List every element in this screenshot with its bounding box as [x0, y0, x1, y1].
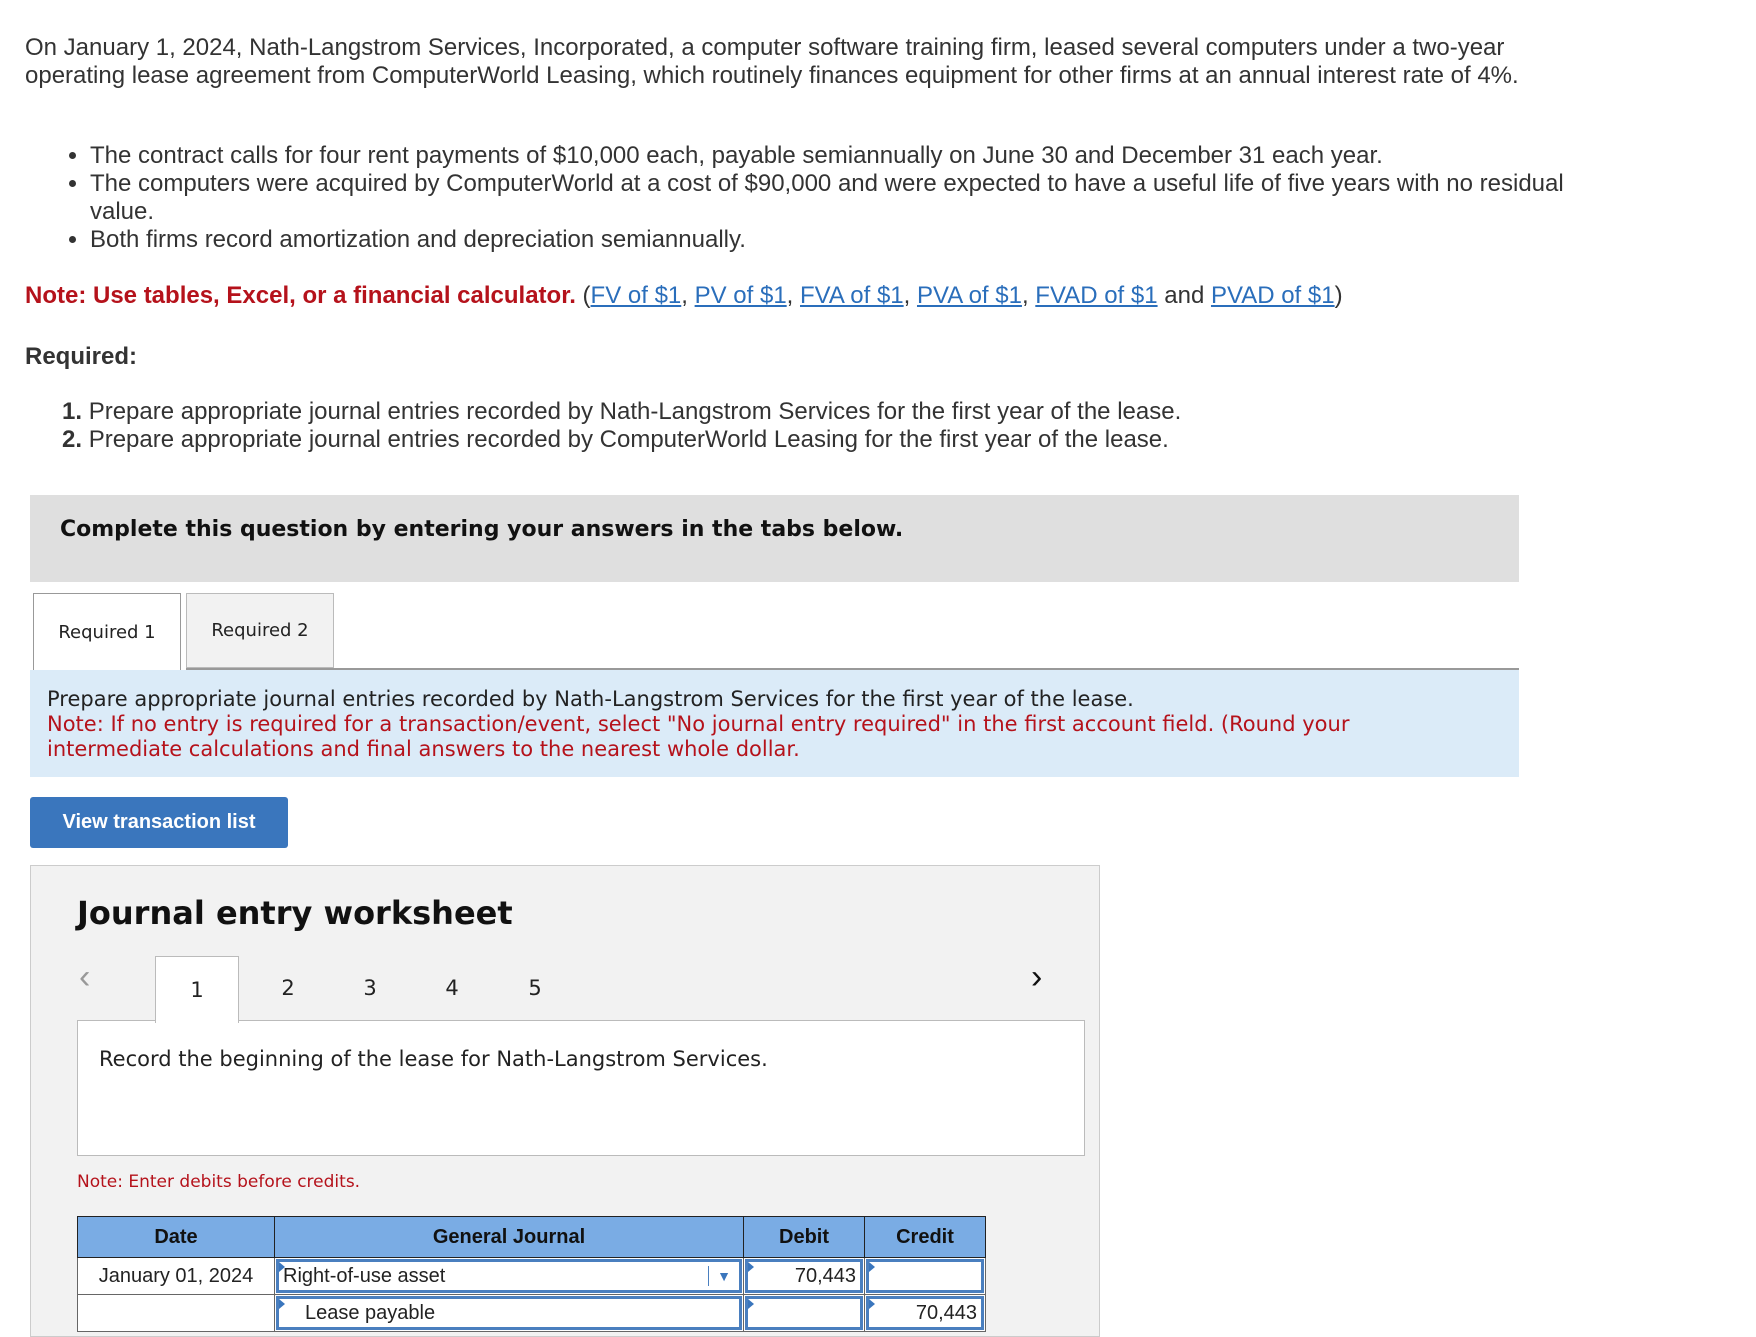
- table-header-row: Date General Journal Debit Credit: [77, 1216, 986, 1258]
- link-pva[interactable]: PVA of $1: [917, 282, 1022, 309]
- header-date: Date: [77, 1216, 275, 1258]
- instruction-text: Prepare appropriate journal entries reco…: [47, 687, 1134, 711]
- calculator-note: Note: Use tables, Excel, or a financial …: [25, 282, 1343, 309]
- cell-marker-icon: [748, 1262, 754, 1272]
- credit-input[interactable]: 70,443: [866, 1296, 984, 1330]
- tab-required-2[interactable]: Required 2: [186, 593, 334, 668]
- account-value: Right-of-use asset: [283, 1264, 446, 1287]
- debit-input[interactable]: 70,443: [745, 1259, 863, 1293]
- required-title: Required:: [25, 343, 138, 370]
- credit-input[interactable]: [866, 1259, 984, 1293]
- cell-marker-icon: [279, 1299, 285, 1309]
- credit-value: 70,443: [915, 1301, 977, 1324]
- tab-instructions: Prepare appropriate journal entries reco…: [30, 670, 1519, 777]
- step-tab-4[interactable]: 4: [411, 956, 493, 1020]
- date-cell: January 01, 2024: [77, 1257, 275, 1295]
- bullet-item: The computers were acquired by ComputerW…: [90, 170, 1570, 226]
- instruction-banner: Complete this question by entering your …: [30, 495, 1519, 582]
- worksheet-title: Journal entry worksheet: [77, 894, 513, 932]
- banner-text: Complete this question by entering your …: [60, 517, 904, 542]
- credit-cell: [864, 1257, 986, 1295]
- header-general-journal: General Journal: [274, 1216, 744, 1258]
- cell-marker-icon: [748, 1299, 754, 1309]
- link-pv[interactable]: PV of $1: [695, 282, 787, 309]
- step-tab-2[interactable]: 2: [247, 956, 329, 1020]
- chevron-right-icon[interactable]: ›: [1031, 958, 1042, 997]
- required-item: 2. Prepare appropriate journal entries r…: [62, 426, 1169, 453]
- cell-marker-icon: [869, 1262, 875, 1272]
- link-fva[interactable]: FVA of $1: [800, 282, 904, 309]
- debit-cell: [743, 1294, 865, 1332]
- table-row: January 01, 2024 Right-of-use asset ▼ 70…: [77, 1257, 986, 1295]
- cell-marker-icon: [279, 1262, 285, 1272]
- note-label: Note: Use tables, Excel, or a financial …: [25, 282, 576, 309]
- journal-table: Date General Journal Debit Credit Januar…: [77, 1216, 986, 1332]
- step-tab-1[interactable]: 1: [155, 956, 239, 1023]
- link-fvad[interactable]: FVAD of $1: [1035, 282, 1157, 309]
- bullet-item: The contract calls for four rent payment…: [90, 142, 1570, 170]
- account-select[interactable]: Right-of-use asset ▼: [276, 1259, 742, 1293]
- cell-marker-icon: [869, 1299, 875, 1309]
- transaction-description-box: Record the beginning of the lease for Na…: [77, 1020, 1085, 1156]
- problem-intro: On January 1, 2024, Nath-Langstrom Servi…: [25, 34, 1519, 89]
- debits-note: Note: Enter debits before credits.: [77, 1172, 361, 1192]
- view-transaction-list-button[interactable]: View transaction list: [30, 797, 288, 848]
- required-list: 1. Prepare appropriate journal entries r…: [62, 398, 1181, 454]
- table-row: Lease payable 70,443: [77, 1294, 986, 1332]
- account-cell: Lease payable: [274, 1294, 744, 1332]
- account-cell: Right-of-use asset ▼: [274, 1257, 744, 1295]
- header-debit: Debit: [743, 1216, 865, 1258]
- bullet-item: Both firms record amortization and depre…: [90, 226, 1570, 254]
- link-pvad[interactable]: PVAD of $1: [1211, 282, 1335, 309]
- and-text: and: [1164, 282, 1205, 309]
- debit-input[interactable]: [745, 1296, 863, 1330]
- chevron-left-icon[interactable]: ‹: [79, 958, 90, 997]
- account-value: Lease payable: [305, 1301, 436, 1324]
- debit-cell: 70,443: [743, 1257, 865, 1295]
- account-select[interactable]: Lease payable: [276, 1296, 742, 1330]
- step-tab-5[interactable]: 5: [494, 956, 576, 1020]
- problem-bullets: The contract calls for four rent payment…: [62, 142, 1570, 254]
- transaction-description: Record the beginning of the lease for Na…: [99, 1047, 768, 1071]
- header-credit: Credit: [864, 1216, 986, 1258]
- dropdown-arrow-icon[interactable]: ▼: [708, 1266, 739, 1286]
- debit-value: 70,443: [794, 1264, 856, 1287]
- required-item: 1. Prepare appropriate journal entries r…: [62, 398, 1182, 425]
- step-tab-3[interactable]: 3: [329, 956, 411, 1020]
- journal-entry-worksheet: Journal entry worksheet ‹ 1 2 3 4 5 › Re…: [30, 865, 1100, 1337]
- date-cell: [77, 1294, 275, 1332]
- link-fv[interactable]: FV of $1: [591, 282, 682, 309]
- credit-cell: 70,443: [864, 1294, 986, 1332]
- tab-required-1[interactable]: Required 1: [33, 593, 181, 670]
- instruction-note: Note: If no entry is required for a tran…: [47, 712, 1350, 761]
